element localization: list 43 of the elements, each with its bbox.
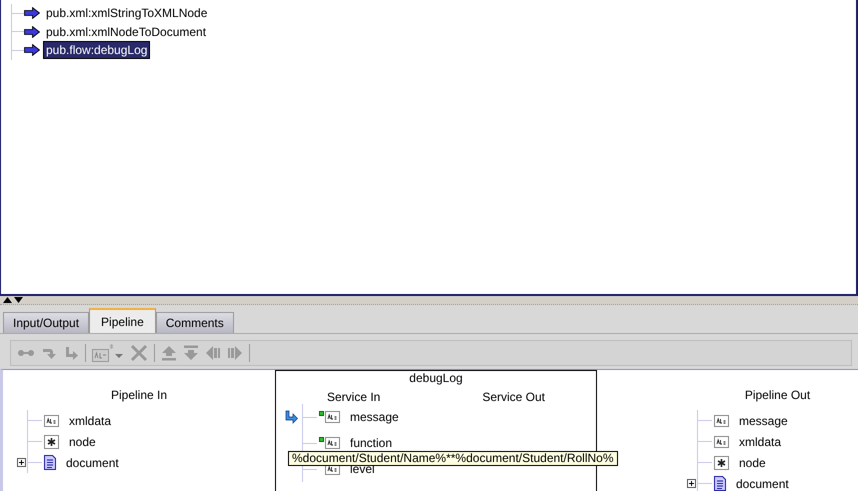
document-icon — [714, 476, 726, 491]
service-title: debugLog — [409, 371, 463, 385]
flow-step[interactable]: pub.xml:xmlNodeToDocument — [44, 24, 208, 40]
delete-icon[interactable] — [130, 344, 148, 362]
string-icon — [714, 414, 729, 426]
variable-name[interactable]: function — [350, 436, 392, 450]
pipeline-in-heading: Pipeline In — [110, 388, 168, 402]
asterisk-icon — [714, 456, 729, 470]
move-up-icon[interactable] — [161, 345, 177, 361]
expand-icon[interactable] — [17, 458, 26, 467]
link-icon[interactable] — [17, 348, 35, 358]
string-icon — [44, 414, 59, 426]
new-variable-icon[interactable] — [92, 344, 124, 362]
service-in-heading: Service In — [326, 390, 380, 404]
variable-name[interactable]: xmldata — [739, 434, 782, 448]
string-icon — [714, 436, 729, 448]
flow-step[interactable]: pub.flow:debugLog — [44, 42, 150, 58]
variable-name[interactable]: node — [739, 456, 766, 470]
pipeline-out-heading: Pipeline Out — [744, 388, 810, 402]
service-out-heading: Service Out — [482, 390, 546, 404]
move-down-icon[interactable] — [183, 345, 199, 361]
tab[interactable]: Input/Output — [3, 312, 90, 333]
string-icon — [325, 437, 340, 449]
string-icon — [325, 411, 340, 423]
tooltip: %document/Student/Name%**%document/Student/RollNo% — [288, 451, 618, 466]
expand-icon[interactable] — [687, 479, 696, 488]
flow-step[interactable]: pub.xml:xmlStringToXMLNode — [44, 5, 210, 22]
document-icon — [44, 455, 56, 470]
asterisk-icon — [44, 434, 59, 448]
arrow-icon — [24, 7, 40, 20]
variable-name[interactable]: node — [69, 434, 96, 448]
variable-name[interactable]: message — [350, 410, 399, 424]
variable-name[interactable]: message — [739, 414, 788, 428]
variable-name[interactable]: xmldata — [69, 414, 112, 428]
hook-arrow-icon[interactable] — [63, 345, 79, 361]
arrow-icon — [24, 26, 40, 38]
shift-right-icon[interactable] — [227, 345, 243, 361]
variable-name[interactable]: document — [736, 476, 789, 490]
tab[interactable]: Comments — [156, 312, 234, 333]
variable-name[interactable]: document — [66, 456, 119, 470]
shift-left-icon[interactable] — [205, 345, 221, 361]
arrow-icon — [24, 44, 40, 56]
tab[interactable]: Pipeline — [89, 308, 156, 333]
